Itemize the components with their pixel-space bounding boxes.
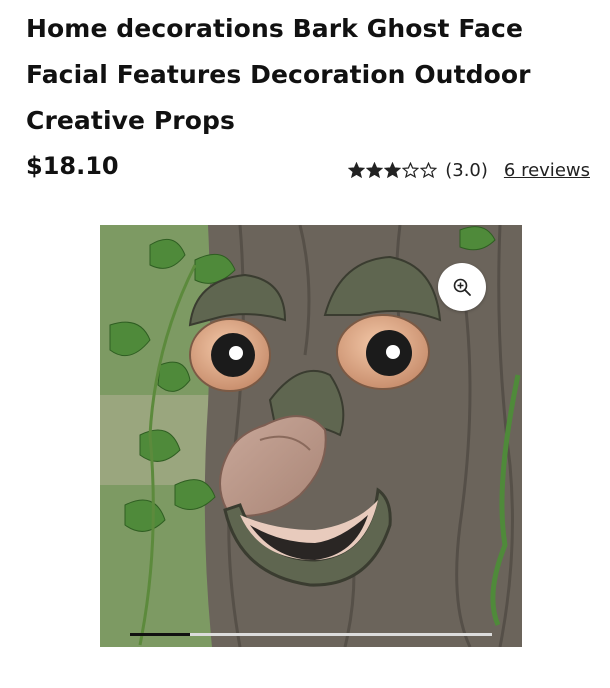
star-rating	[348, 162, 438, 179]
carousel-scrollbar[interactable]	[130, 633, 492, 636]
product-price: $18.10	[26, 152, 119, 180]
zoom-button[interactable]	[438, 263, 486, 311]
product-title: Home decorations Bark Ghost Face Facial …	[26, 14, 531, 135]
star-filled-icon	[348, 162, 366, 179]
carousel-scroll-thumb[interactable]	[130, 633, 190, 636]
zoom-in-icon	[453, 278, 471, 296]
rating-value: (3.0)	[445, 160, 488, 181]
star-empty-icon	[402, 162, 420, 179]
star-filled-icon	[366, 162, 384, 179]
reviews-link[interactable]: 6 reviews	[504, 160, 590, 181]
rating-row: (3.0) 6 reviews	[348, 160, 590, 181]
star-filled-icon	[384, 162, 402, 179]
star-empty-icon	[420, 162, 438, 179]
product-image-carousel[interactable]	[100, 225, 522, 647]
